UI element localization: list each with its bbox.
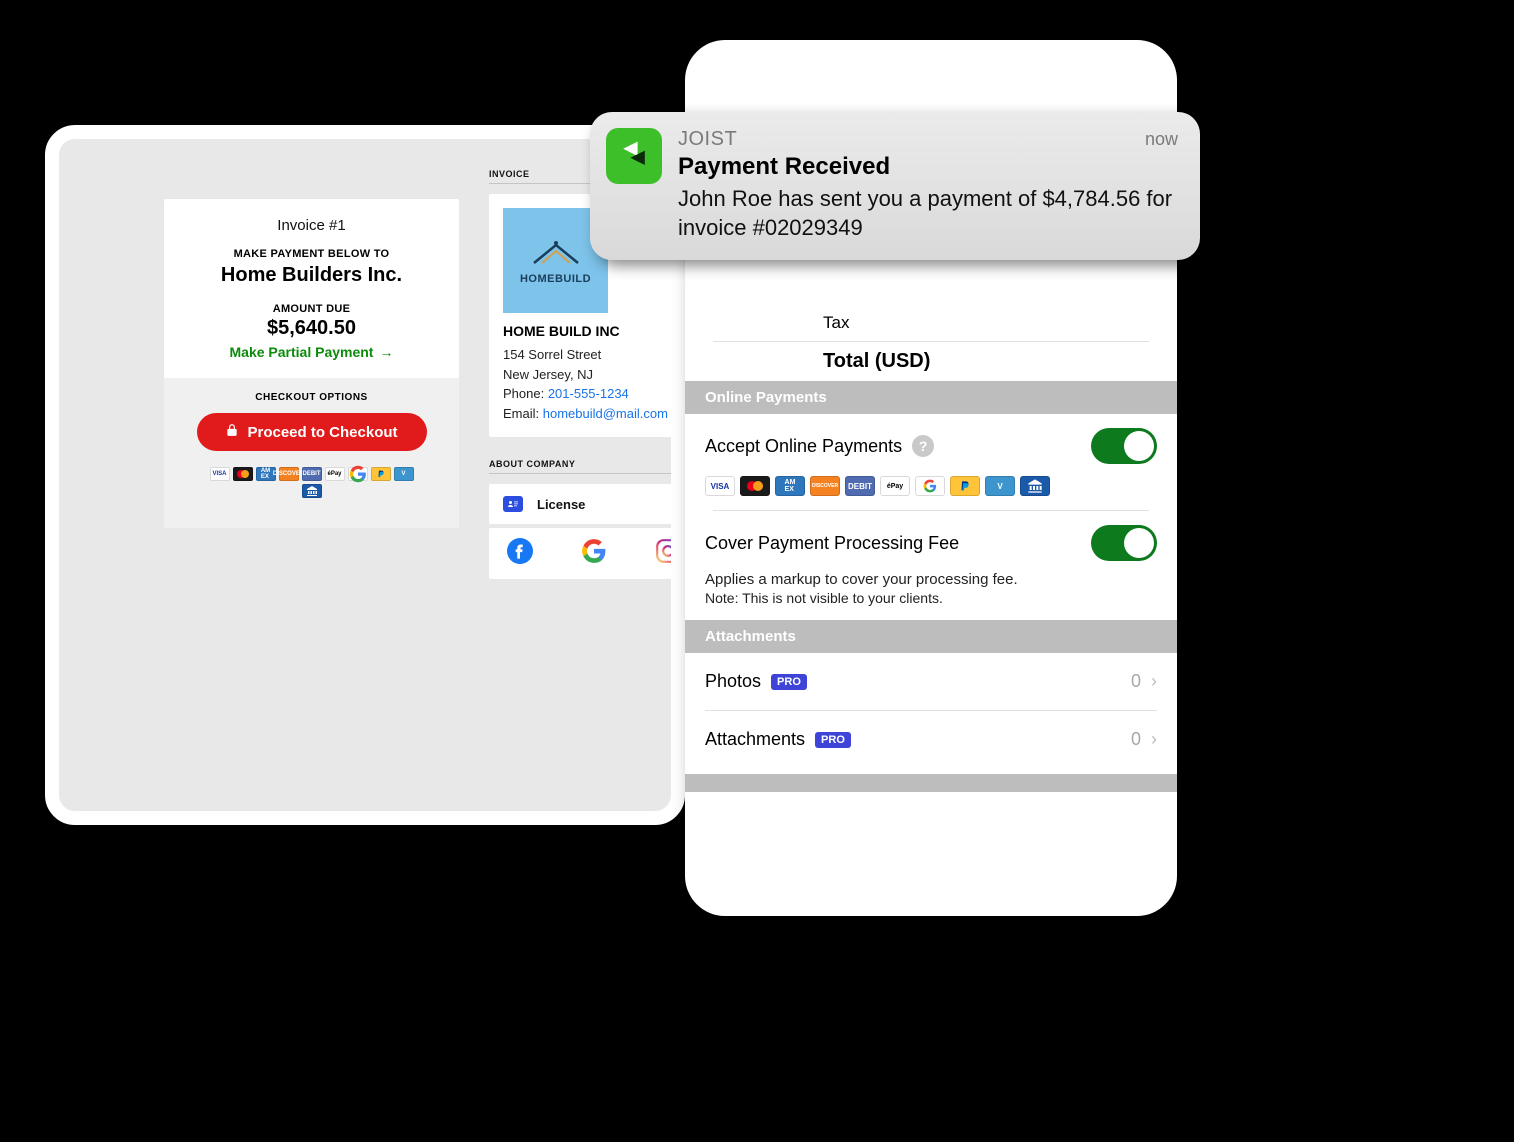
debit-icon: DEBIT bbox=[845, 476, 875, 496]
amount-due-value: $5,640.50 bbox=[267, 317, 356, 340]
joist-app-icon bbox=[606, 128, 662, 184]
visa-icon: VISA bbox=[210, 467, 230, 481]
company-logo-text: HOMEBUILD bbox=[520, 273, 591, 285]
social-row bbox=[489, 528, 685, 579]
photos-label: Photos bbox=[705, 671, 761, 692]
notification-app-name: JOIST bbox=[678, 128, 737, 151]
cover-processing-fee-row: Cover Payment Processing Fee bbox=[685, 511, 1177, 567]
total-row: Total (USD) bbox=[685, 342, 1177, 381]
attachments-row[interactable]: Attachments PRO 0 › bbox=[685, 711, 1177, 768]
amex-icon: AMEX bbox=[775, 476, 805, 496]
pro-badge: PRO bbox=[815, 732, 851, 748]
license-label: License bbox=[537, 497, 585, 512]
photos-count: 0 bbox=[1131, 671, 1141, 692]
cover-processing-fee-label: Cover Payment Processing Fee bbox=[705, 533, 959, 554]
notification-title: Payment Received bbox=[678, 153, 1178, 181]
venmo-icon: V bbox=[985, 476, 1015, 496]
checkout-section: CHECKOUT OPTIONS Proceed to Checkout VIS… bbox=[164, 378, 459, 528]
mastercard-icon bbox=[740, 476, 770, 496]
checkout-options-label: CHECKOUT OPTIONS bbox=[255, 392, 367, 403]
online-payments-header: Online Payments bbox=[685, 381, 1177, 414]
partial-payment-link[interactable]: Make Partial Payment → bbox=[230, 344, 394, 360]
lock-icon bbox=[225, 423, 239, 441]
proceed-to-checkout-button[interactable]: Proceed to Checkout bbox=[197, 413, 427, 451]
payment-methods-row-phone: VISA AMEX DISCOVER DEBIT éPay V bbox=[685, 470, 1177, 510]
phone-label: Phone: bbox=[503, 386, 544, 401]
notification-message: John Roe has sent you a payment of $4,78… bbox=[678, 185, 1178, 242]
facebook-icon[interactable] bbox=[507, 538, 533, 569]
company-legal-name: HOME BUILD INC bbox=[503, 323, 685, 339]
partial-payment-label: Make Partial Payment bbox=[230, 344, 374, 360]
invoice-title: Invoice #1 bbox=[277, 217, 345, 234]
push-notification[interactable]: JOIST now Payment Received John Roe has … bbox=[590, 112, 1200, 260]
tax-label: Tax bbox=[823, 313, 849, 333]
paypal-icon bbox=[371, 467, 391, 481]
amount-due-label: AMOUNT DUE bbox=[273, 303, 351, 315]
checkout-button-label: Proceed to Checkout bbox=[247, 424, 397, 441]
instagram-icon[interactable] bbox=[655, 538, 681, 569]
total-label: Total (USD) bbox=[823, 350, 930, 373]
apple-pay-icon: éPay bbox=[880, 476, 910, 496]
company-name: Home Builders Inc. bbox=[221, 264, 402, 287]
pro-badge: PRO bbox=[771, 674, 807, 690]
visa-icon: VISA bbox=[705, 476, 735, 496]
tax-row: Tax bbox=[685, 305, 1177, 341]
notification-time: now bbox=[1145, 129, 1178, 150]
cover-fee-note1: Applies a markup to cover your processin… bbox=[685, 567, 1177, 590]
email-label: Email: bbox=[503, 406, 539, 421]
chevron-right-icon: › bbox=[1151, 671, 1157, 692]
discover-icon: DISCOVER bbox=[279, 467, 299, 481]
google-pay-icon bbox=[915, 476, 945, 496]
cover-fee-note2: Note: This is not visible to your client… bbox=[685, 590, 1177, 620]
company-city: New Jersey, NJ bbox=[503, 365, 685, 385]
company-street: 154 Sorrel Street bbox=[503, 345, 685, 365]
cover-processing-fee-toggle[interactable] bbox=[1091, 525, 1157, 561]
about-company-section: ABOUT COMPANY License bbox=[489, 459, 685, 579]
bank-icon bbox=[302, 484, 322, 498]
arrow-right-icon: → bbox=[379, 344, 393, 360]
attachments-count: 0 bbox=[1131, 729, 1141, 750]
attachments-label: Attachments bbox=[705, 729, 805, 750]
payment-methods-row: VISA AMEX DISCOVER DEBIT éPay V bbox=[182, 461, 441, 512]
paypal-icon bbox=[950, 476, 980, 496]
attachments-header: Attachments bbox=[685, 620, 1177, 653]
next-section-header bbox=[685, 774, 1177, 792]
apple-pay-icon: éPay bbox=[325, 467, 345, 481]
help-icon[interactable]: ? bbox=[912, 435, 934, 457]
venmo-icon: V bbox=[394, 467, 414, 481]
company-email-link[interactable]: homebuild@mail.com bbox=[543, 406, 668, 421]
company-phone-link[interactable]: 201-555-1234 bbox=[548, 386, 629, 401]
accept-online-payments-row: Accept Online Payments ? bbox=[685, 414, 1177, 470]
debit-icon: DEBIT bbox=[302, 467, 322, 481]
google-icon[interactable] bbox=[581, 538, 607, 569]
bank-icon bbox=[1020, 476, 1050, 496]
license-row[interactable]: License bbox=[489, 484, 685, 524]
accept-online-payments-toggle[interactable] bbox=[1091, 428, 1157, 464]
chevron-right-icon: › bbox=[1151, 729, 1157, 750]
google-pay-icon bbox=[348, 467, 368, 481]
discover-icon: DISCOVER bbox=[810, 476, 840, 496]
mastercard-icon bbox=[233, 467, 253, 481]
invoice-card: Invoice #1 MAKE PAYMENT BELOW TO Home Bu… bbox=[164, 199, 459, 528]
about-company-header: ABOUT COMPANY bbox=[489, 459, 685, 474]
make-payment-label: MAKE PAYMENT BELOW TO bbox=[234, 248, 390, 260]
desktop-panel: Invoice #1 MAKE PAYMENT BELOW TO Home Bu… bbox=[45, 125, 685, 825]
company-address: 154 Sorrel Street New Jersey, NJ Phone: … bbox=[503, 345, 685, 423]
accept-online-payments-label: Accept Online Payments bbox=[705, 436, 902, 457]
photos-row[interactable]: Photos PRO 0 › bbox=[685, 653, 1177, 710]
license-card-icon bbox=[503, 496, 523, 512]
